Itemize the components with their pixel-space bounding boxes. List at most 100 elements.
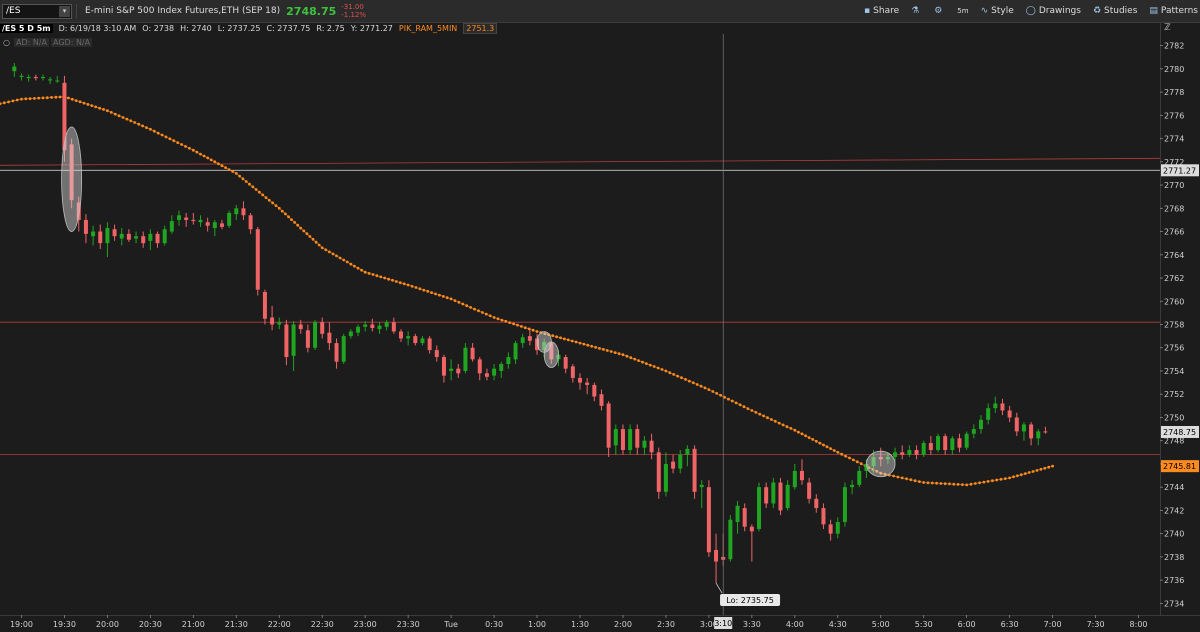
moving-average-dot (195, 150, 199, 154)
indicator-row: ○ AD: N/A AGD: N/A (0, 37, 94, 48)
moving-average-dot (935, 481, 938, 485)
moving-average-dot (855, 460, 859, 464)
moving-average-dot (789, 427, 793, 430)
flask-button[interactable]: ⚗ (911, 6, 922, 16)
moving-average-dot (961, 483, 964, 486)
candle-body (513, 343, 518, 360)
chevron-down-icon[interactable]: ▾ (59, 5, 70, 17)
candle-body (563, 357, 568, 369)
moving-average-dot (900, 476, 904, 480)
timeframe-button[interactable]: 5m (957, 7, 968, 15)
time-axis[interactable] (0, 615, 1200, 632)
moving-average-dot (410, 284, 414, 288)
moving-average-dot (777, 421, 781, 425)
patterns-button[interactable]: ▤ Patterns (1149, 6, 1198, 16)
highlight-ellipse (866, 450, 896, 478)
moving-average-dot (293, 221, 296, 224)
moving-average-dot (383, 276, 387, 280)
moving-average-dot (1039, 467, 1043, 471)
candle-body (699, 484, 704, 488)
candle-body (914, 449, 919, 455)
moving-average-dot (956, 483, 960, 486)
moving-average-dot (688, 379, 691, 383)
moving-average-dot (137, 122, 141, 126)
moving-average-dot (664, 369, 668, 373)
moving-average-dot (1023, 472, 1027, 475)
style-label: Style (991, 6, 1014, 16)
moving-average-dot (758, 412, 762, 416)
patterns-label: Patterns (1160, 6, 1198, 16)
moving-average-dot (457, 300, 461, 304)
moving-average-dot (1043, 466, 1047, 470)
circle-icon[interactable]: ○ (3, 38, 10, 47)
candle-body (184, 217, 189, 220)
moving-average-dot (418, 287, 422, 291)
candle-body (155, 233, 160, 244)
moving-average-dot (660, 368, 664, 371)
moving-average-dot (342, 258, 346, 262)
moving-average-dot (164, 135, 168, 139)
moving-average-dot (37, 96, 41, 100)
moving-average-dot (360, 268, 363, 272)
candle-body (26, 76, 31, 79)
candle-body (434, 350, 439, 358)
moving-average-dot (445, 296, 449, 300)
price-axis[interactable] (1160, 22, 1200, 615)
studies-button[interactable]: ♻ Studies (1093, 6, 1137, 16)
moving-average-dot (391, 278, 394, 282)
symbol-input[interactable]: /ES ▾ (2, 3, 72, 19)
candle-body (520, 337, 525, 344)
moving-average-dot (762, 414, 765, 418)
moving-average-dot (859, 462, 863, 466)
moving-average-dot (668, 371, 672, 375)
moving-average-dot (356, 266, 360, 270)
drawings-button[interactable]: ◯ Drawings (1026, 6, 1081, 16)
moving-average-dot (818, 441, 822, 445)
moving-average-dot (299, 226, 303, 230)
moving-average-dot (7, 100, 10, 104)
moving-average-dot (804, 434, 807, 438)
candle-body (900, 452, 905, 455)
moving-average-dot (160, 133, 164, 137)
moving-average-dot (45, 96, 49, 100)
moving-average-dot (1003, 477, 1007, 480)
moving-average-dot (766, 416, 769, 420)
candle-body (91, 231, 96, 237)
moving-average-dot (102, 108, 105, 111)
moving-average-dot (78, 100, 82, 104)
moving-average-dot (641, 360, 644, 364)
moving-average-dot (978, 481, 981, 485)
zoom-icon[interactable]: ℤ (1164, 23, 1171, 33)
candle-body (134, 236, 139, 239)
moving-average-dot (645, 362, 648, 365)
candle-body (850, 484, 855, 488)
moving-average-dot (793, 428, 797, 432)
moving-average-dot (324, 248, 328, 252)
candle-body (112, 229, 117, 237)
share-button[interactable]: ▪ Share (864, 6, 899, 16)
candle-body (356, 326, 361, 333)
moving-average-dot (930, 481, 934, 485)
candle-body (678, 454, 683, 469)
candle-body (728, 519, 733, 560)
candle-body (492, 368, 497, 376)
info-close: C: 2737.75 (266, 23, 311, 33)
price-chart[interactable]: Lo: 2735.75 (0, 0, 1200, 631)
style-button[interactable]: ∿ Style (981, 6, 1014, 16)
candle-body (420, 338, 425, 344)
candle-body (735, 505, 740, 523)
candle-body (714, 549, 719, 562)
moving-average-dot (602, 348, 605, 351)
candle-body (105, 228, 110, 244)
candle-body (398, 331, 403, 339)
moving-average-dot (477, 309, 480, 313)
candle-body (692, 448, 697, 492)
grid-layer (0, 34, 1160, 615)
moving-average-dot (387, 277, 390, 281)
candle-body (456, 368, 461, 374)
settings-button[interactable]: ⚙ (934, 6, 945, 16)
candle-body (277, 322, 282, 325)
candle-body (771, 482, 776, 504)
moving-average-dot (811, 438, 815, 441)
moving-average-dot (703, 386, 707, 390)
